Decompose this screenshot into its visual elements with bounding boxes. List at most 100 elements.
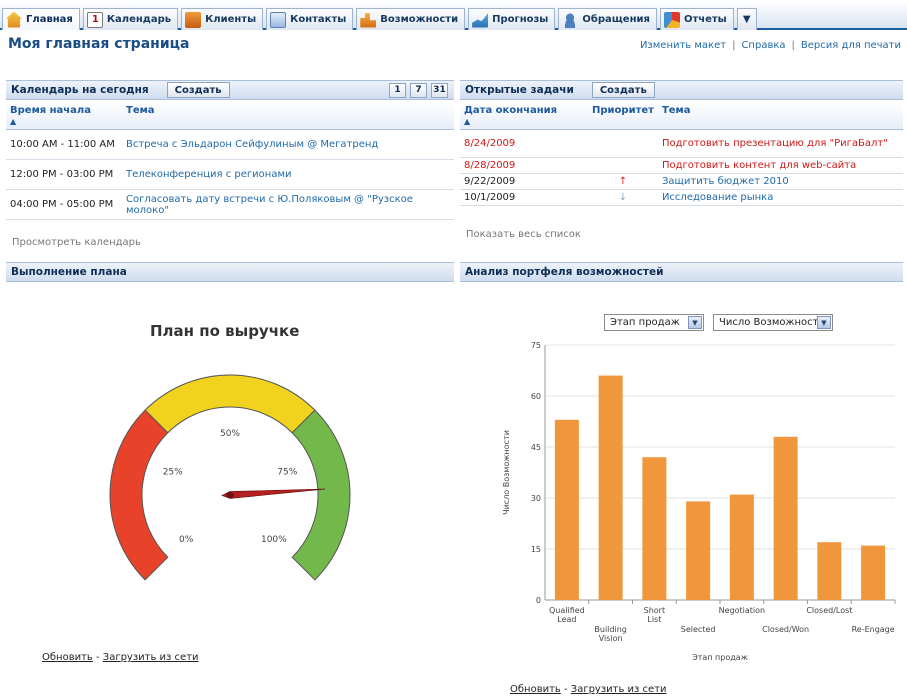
event-time: 10:00 AM - 11:00 AM (6, 129, 122, 160)
calendar-table: Время начала ▲ Тема 10:00 AM - 11:00 AM В… (6, 102, 454, 220)
bar[interactable] (773, 436, 798, 600)
revenue-gauge: 0% 25% 50% 75% 100% (109, 374, 351, 581)
x-tick-label: Qualified Lead (549, 606, 585, 624)
bar[interactable] (642, 457, 667, 600)
x-tick-label: Closed/Lost (806, 606, 852, 615)
portfolio-offline-link[interactable]: Загрузить из сети (571, 684, 667, 695)
task-due-date: 8/28/2009 (460, 157, 588, 174)
separator-dash: - (92, 652, 103, 663)
y-tick-label: 60 (531, 392, 541, 401)
tab-clients[interactable]: Клиенты (181, 8, 264, 30)
print-version-link[interactable]: Версия для печати (801, 40, 901, 51)
event-time: 12:00 PM - 03:00 PM (6, 159, 122, 190)
cases-icon (562, 11, 579, 28)
sort-ascending-icon: ▲ (464, 117, 471, 126)
tab-cases[interactable]: Обращения (558, 8, 657, 30)
column-header-due-date[interactable]: Дата окончания ▲ (460, 102, 588, 130)
gauge-band-high (291, 409, 351, 581)
task-subject-link[interactable]: Подготовить контент для web-сайта (657, 157, 903, 174)
calendar-panel-title: Календарь на сегодня (11, 84, 149, 96)
gauge-tick-label: 50% (220, 429, 240, 439)
table-row: 10/1/2009 ↓ Исследование рынка (460, 189, 903, 206)
day-view-button[interactable]: 1 (389, 83, 406, 98)
tasks-create-button[interactable]: Создать (591, 82, 655, 98)
bar[interactable] (729, 494, 754, 600)
page-links: Изменить макет | Справка | Версия для пе… (640, 40, 901, 51)
plan-panel-title: Выполнение плана (11, 266, 127, 278)
task-subject-link[interactable]: Защитить бюджет 2010 (657, 173, 903, 190)
forecast-icon (472, 13, 489, 28)
plan-refresh-link[interactable]: Обновить (42, 652, 93, 663)
edit-layout-link[interactable]: Изменить макет (640, 40, 726, 51)
tab-list: Главная Календарь Клиенты Контакты Возмо… (2, 6, 760, 30)
tab-contacts[interactable]: Контакты (266, 8, 354, 30)
link-separator: | (791, 40, 795, 51)
sales-stage-select[interactable]: Этап продаж ▼ (604, 314, 704, 331)
calendar-icon (86, 11, 103, 28)
view-calendar-link[interactable]: Просмотреть календарь (12, 237, 141, 248)
event-subject-link[interactable]: Встреча с Эльдарон Сейфулиным @ Мегатрен… (122, 129, 454, 160)
table-row: 12:00 PM - 03:00 PM Телеконференция с ре… (6, 159, 454, 190)
task-subject-link[interactable]: Подготовить презентацию для "РигаБалт" (657, 129, 903, 158)
plan-offline-link[interactable]: Загрузить из сети (103, 652, 199, 663)
chevron-down-icon: ▼ (742, 14, 751, 25)
bar[interactable] (817, 542, 842, 600)
tab-label: Главная (26, 14, 73, 25)
y-tick-label: 0 (536, 596, 541, 605)
task-subject-link[interactable]: Исследование рынка (657, 189, 903, 206)
gauge-band-mid (144, 374, 316, 434)
show-all-tasks-link[interactable]: Показать весь список (466, 229, 581, 240)
help-link[interactable]: Справка (741, 40, 785, 51)
calendar-create-button[interactable]: Создать (166, 82, 230, 98)
link-separator: | (732, 40, 736, 51)
column-header-subject[interactable]: Тема (122, 102, 454, 130)
bar[interactable] (686, 501, 711, 600)
event-subject-link[interactable]: Телеконференция с регионами (122, 159, 454, 190)
chevron-down-icon: ▼ (688, 316, 702, 329)
chart-x-tick-labels: Qualified Lead Building Vision Short List Sele… (549, 606, 895, 643)
table-row: 10:00 AM - 11:00 AM Встреча с Эльдарон С… (6, 129, 454, 160)
more-tabs-button[interactable]: ▼ (736, 8, 757, 30)
clients-icon (185, 11, 202, 28)
gauge-tick-label: 0% (179, 535, 194, 545)
tasks-table: Дата окончания ▲ Приоритет Тема 8/24/2009… (460, 102, 903, 206)
chart-y-axis-label: Число Возможности (502, 430, 511, 515)
y-tick-label: 45 (531, 443, 541, 452)
tab-label: Возможности (380, 14, 459, 25)
tab-calendar[interactable]: Календарь (82, 8, 179, 30)
tab-reports[interactable]: Отчеты (659, 8, 734, 30)
tab-home[interactable]: Главная (2, 8, 80, 30)
week-view-button[interactable]: 7 (410, 83, 427, 98)
bar[interactable] (554, 419, 579, 600)
column-header-subject[interactable]: Тема (657, 102, 903, 130)
chevron-down-icon: ▼ (817, 316, 831, 329)
column-header-priority[interactable]: Приоритет (588, 102, 658, 130)
chart-gridlines (544, 344, 896, 604)
x-tick-label: Closed/Won (762, 625, 809, 634)
portfolio-refresh-bar: Обновить - Загрузить из сети (510, 684, 667, 695)
plan-refresh-bar: Обновить - Загрузить из сети (42, 652, 199, 663)
y-tick-label: 15 (531, 545, 541, 554)
contacts-icon (270, 11, 287, 28)
metric-select[interactable]: Число Возможности ▼ (713, 314, 833, 331)
bar[interactable] (861, 545, 886, 600)
gauge-tick-label: 25% (163, 467, 183, 477)
month-view-button[interactable]: 31 (431, 83, 448, 98)
x-tick-label: Building Vision (594, 625, 626, 643)
bar[interactable] (598, 375, 623, 600)
calendar-view-buttons: 1 7 31 (389, 83, 448, 98)
portfolio-panel-title: Анализ портфеля возможностей (465, 266, 664, 278)
event-subject-link[interactable]: Согласовать дату встречи с Ю.Поляковым @… (122, 189, 454, 220)
portfolio-refresh-link[interactable]: Обновить (510, 684, 561, 695)
table-row: 04:00 PM - 05:00 PM Согласовать дату вст… (6, 189, 454, 220)
task-due-date: 9/22/2009 (460, 173, 588, 190)
portfolio-panel-header: Анализ портфеля возможностей (460, 262, 903, 282)
opportunities-icon (360, 13, 377, 28)
tab-opportunities[interactable]: Возможности (356, 8, 466, 30)
column-header-start-time[interactable]: Время начала ▲ (6, 102, 122, 130)
tab-label: Прогнозы (492, 14, 549, 25)
tab-label: Контакты (290, 14, 347, 25)
chart-bars (554, 375, 886, 600)
x-tick-label: Negotiation (719, 606, 765, 615)
tab-forecasts[interactable]: Прогнозы (468, 8, 556, 30)
